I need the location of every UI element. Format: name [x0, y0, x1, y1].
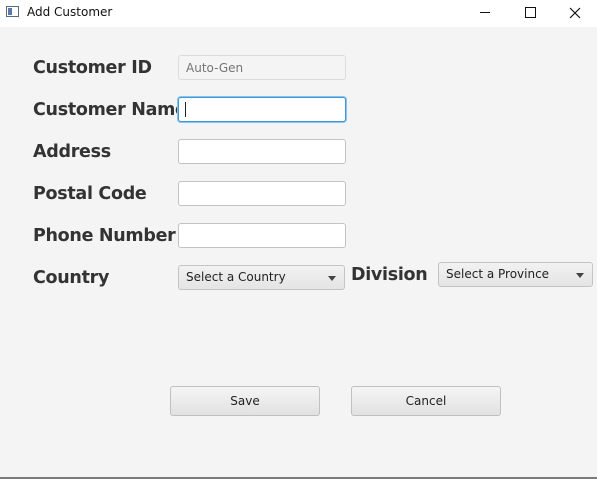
customer-name-label: Customer Name [33, 100, 187, 120]
division-label: Division [351, 265, 428, 285]
address-label: Address [33, 142, 111, 162]
country-selected-value: Select a Country [186, 270, 286, 284]
postal-code-label: Postal Code [33, 184, 147, 204]
maximize-button[interactable] [507, 0, 553, 26]
app-window-icon [6, 6, 19, 17]
minimize-button[interactable] [462, 0, 508, 26]
postal-code-field[interactable] [178, 181, 346, 206]
country-combobox[interactable]: Select a Country [178, 265, 345, 290]
customer-name-field[interactable] [178, 97, 346, 122]
close-icon [569, 7, 581, 19]
close-button[interactable] [552, 0, 597, 26]
phone-number-label: Phone Number [33, 226, 176, 246]
country-label: Country [33, 268, 110, 288]
chevron-down-icon [328, 276, 336, 281]
customer-id-label: Customer ID [33, 58, 152, 78]
chevron-down-icon [576, 273, 584, 278]
text-caret [185, 102, 186, 117]
address-field[interactable] [178, 139, 346, 164]
division-selected-value: Select a Province [446, 267, 550, 281]
window-title: Add Customer [27, 5, 113, 19]
phone-number-field[interactable] [178, 223, 346, 248]
customer-id-field [178, 55, 346, 80]
division-combobox[interactable]: Select a Province [438, 262, 593, 287]
cancel-button[interactable]: Cancel [351, 386, 501, 416]
title-bar: Add Customer [0, 0, 597, 27]
save-button[interactable]: Save [170, 386, 320, 416]
